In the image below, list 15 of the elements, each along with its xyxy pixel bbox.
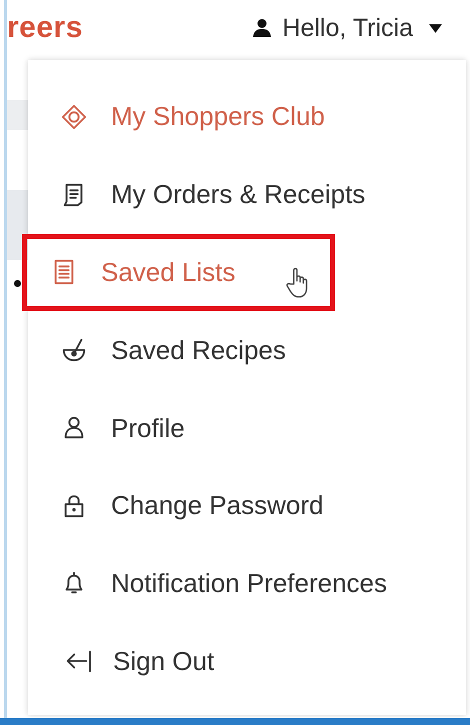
person-icon	[252, 18, 272, 38]
menu-item[interactable]: Sign Out	[28, 622, 466, 700]
menu-item[interactable]: Change Password	[28, 466, 466, 545]
menu-item[interactable]: Notification Preferences	[28, 544, 466, 623]
diamond-icon	[61, 104, 87, 130]
bullet-dot	[14, 280, 21, 287]
menu-item[interactable]: Saved Recipes	[28, 311, 466, 390]
account-menu-button[interactable]: Hello, Tricia	[252, 14, 442, 42]
menu-item[interactable]: Profile	[28, 389, 466, 467]
menu-item[interactable]: My Orders & Receipts	[28, 156, 466, 234]
bowl-icon	[61, 337, 87, 364]
caret-icon	[429, 24, 442, 32]
menu-item[interactable]: My Shoppers Club	[28, 78, 466, 156]
brand-text[interactable]: reers	[7, 11, 83, 45]
menu-item[interactable]: Saved Lists	[22, 234, 335, 312]
